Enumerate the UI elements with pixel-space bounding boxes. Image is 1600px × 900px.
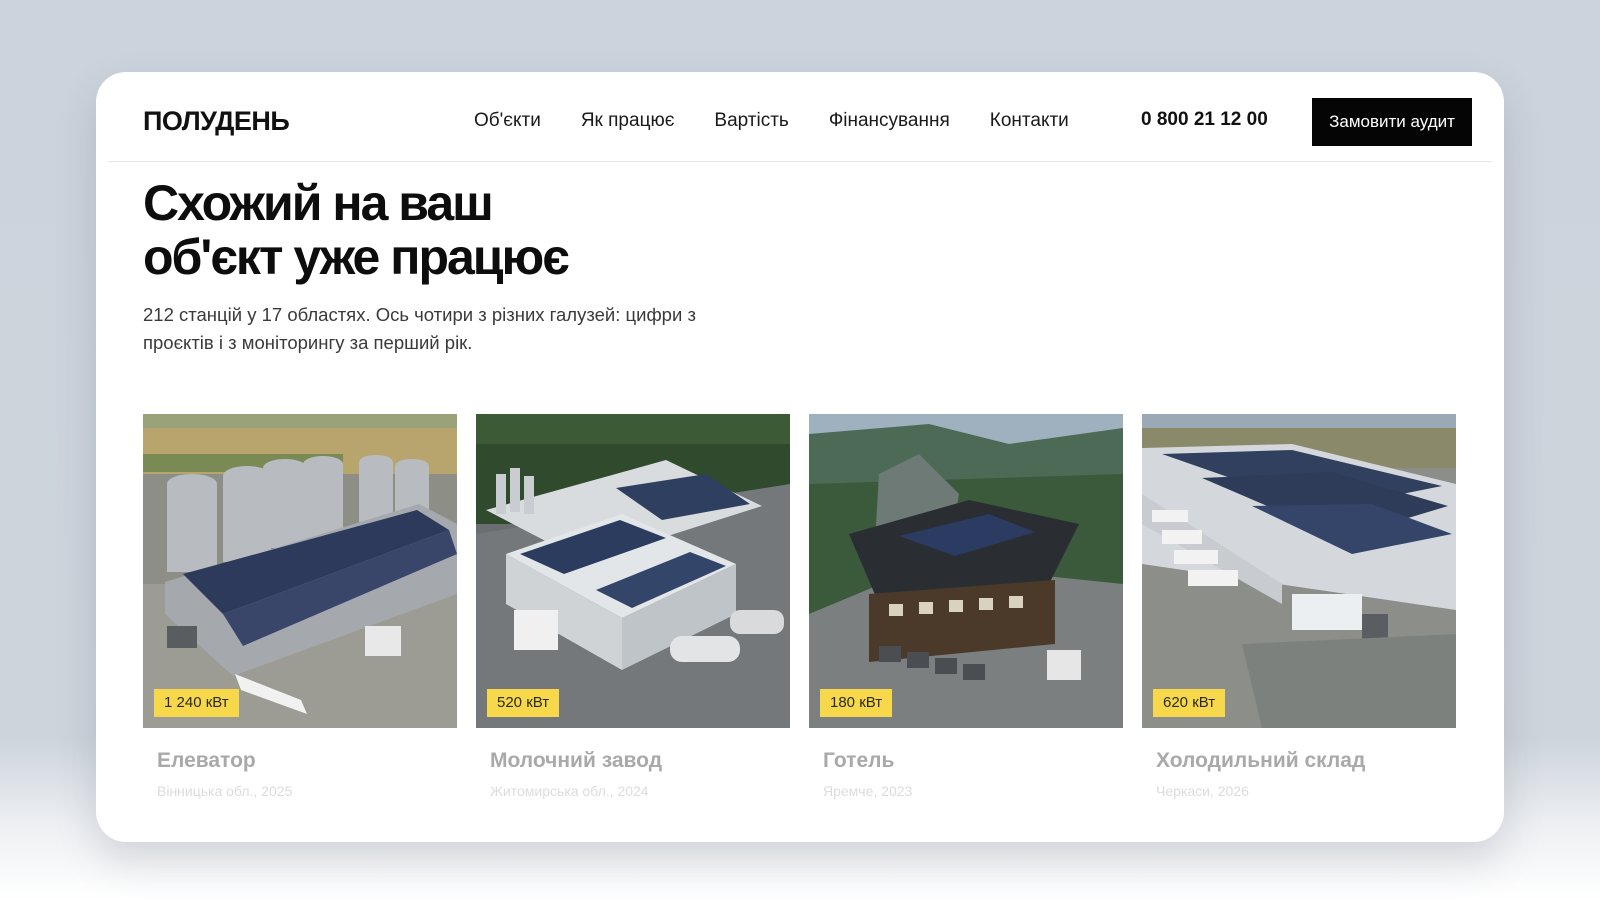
project-card-elevator[interactable]: 1 240 кВт Елеватор Вінницька обл., 2025: [143, 414, 457, 799]
grain-elevator-photo: 1 240 кВт: [143, 414, 457, 728]
nav-link-objects[interactable]: Об'єкти: [474, 110, 541, 132]
mountain-hotel-photo: 180 кВт: [809, 414, 1123, 728]
order-audit-button[interactable]: Замовити аудит: [1312, 98, 1472, 146]
heading-line-2: об'єкт уже працює: [143, 229, 570, 285]
project-location-year: Яремче, 2023: [823, 783, 913, 799]
project-location-year: Вінницька обл., 2025: [157, 783, 293, 799]
project-location-year: Житомирська обл., 2024: [490, 783, 649, 799]
section-subtitle: 212 станцій у 17 областях. Ось чотири з …: [143, 304, 696, 353]
nav-link-pricing[interactable]: Вартість: [714, 110, 788, 132]
heading-line-1: Схожий на ваш: [143, 175, 494, 231]
project-card-cold-storage[interactable]: 620 кВт Холодильний склад Черкаси, 2026: [1142, 414, 1456, 799]
phone-number[interactable]: 0 800 21 12 00: [1141, 109, 1268, 131]
power-badge: 520 кВт: [487, 689, 560, 717]
power-badge: 620 кВт: [1153, 689, 1226, 717]
project-title: Холодильний склад: [1156, 749, 1366, 772]
nav-links: Об'єкти Як працює Вартість Фінансування …: [474, 110, 1069, 132]
brand-logo[interactable]: ПОЛУДЕНЬ: [143, 106, 290, 137]
power-badge: 180 кВт: [820, 689, 893, 717]
project-location-year: Черкаси, 2026: [1156, 783, 1249, 799]
nav-link-financing[interactable]: Фінансування: [829, 110, 950, 132]
cold-storage-photo: 620 кВт: [1142, 414, 1456, 728]
nav-link-how-it-works[interactable]: Як працює: [581, 110, 675, 132]
project-card-dairy-plant[interactable]: 520 кВт Молочний завод Житомирська обл.,…: [476, 414, 790, 799]
power-badge: 1 240 кВт: [154, 689, 239, 717]
project-title: Готель: [823, 749, 895, 772]
nav-link-contacts[interactable]: Контакти: [990, 110, 1069, 132]
section-heading: Схожий на ваш об'єкт уже працює: [143, 176, 843, 284]
page-card: ПОЛУДЕНЬ Об'єкти Як працює Вартість Фіна…: [96, 72, 1504, 842]
top-navigation: ПОЛУДЕНЬ Об'єкти Як працює Вартість Фіна…: [108, 72, 1492, 162]
dairy-plant-photo: 520 кВт: [476, 414, 790, 728]
project-title: Молочний завод: [490, 749, 663, 772]
project-title: Елеватор: [157, 749, 256, 772]
project-cards: 1 240 кВт Елеватор Вінницька обл., 2025: [143, 414, 1456, 799]
project-card-hotel[interactable]: 180 кВт Готель Яремче, 2023: [809, 414, 1123, 799]
